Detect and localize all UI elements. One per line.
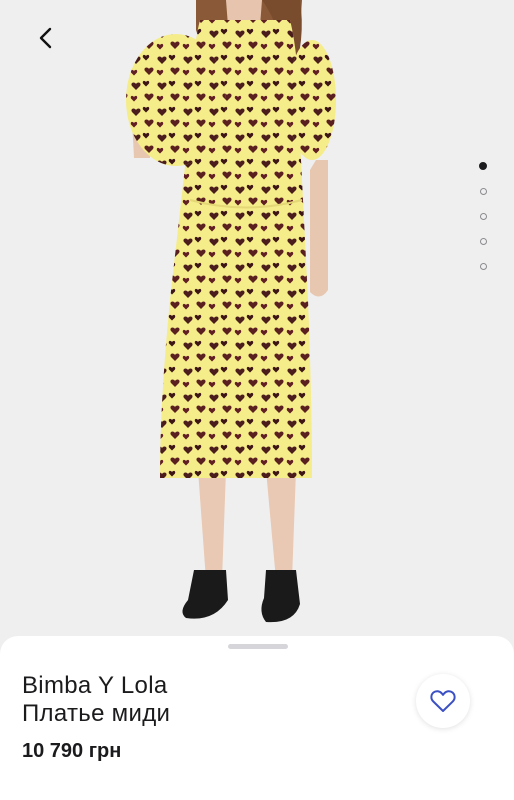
gallery-dot[interactable] <box>479 213 487 220</box>
product-photo[interactable] <box>0 0 514 660</box>
product-title: Платье миди <box>22 700 171 727</box>
gallery-dot-active[interactable] <box>479 162 487 170</box>
product-price: 10 790 грн <box>22 740 122 762</box>
gallery-dot[interactable] <box>479 238 487 245</box>
gallery-pagination <box>477 162 489 270</box>
product-brand: Bimba Y Lola <box>22 672 168 699</box>
favorite-button[interactable] <box>416 674 470 728</box>
gallery-dot[interactable] <box>479 263 487 270</box>
heart-outline-icon <box>430 690 456 712</box>
gallery-dot[interactable] <box>479 188 487 195</box>
product-info-sheet: Bimba Y Lola Платье миди 10 790 грн <box>0 636 514 800</box>
sheet-drag-handle[interactable] <box>228 644 288 649</box>
chevron-left-icon <box>39 27 52 49</box>
back-button[interactable] <box>26 18 66 58</box>
